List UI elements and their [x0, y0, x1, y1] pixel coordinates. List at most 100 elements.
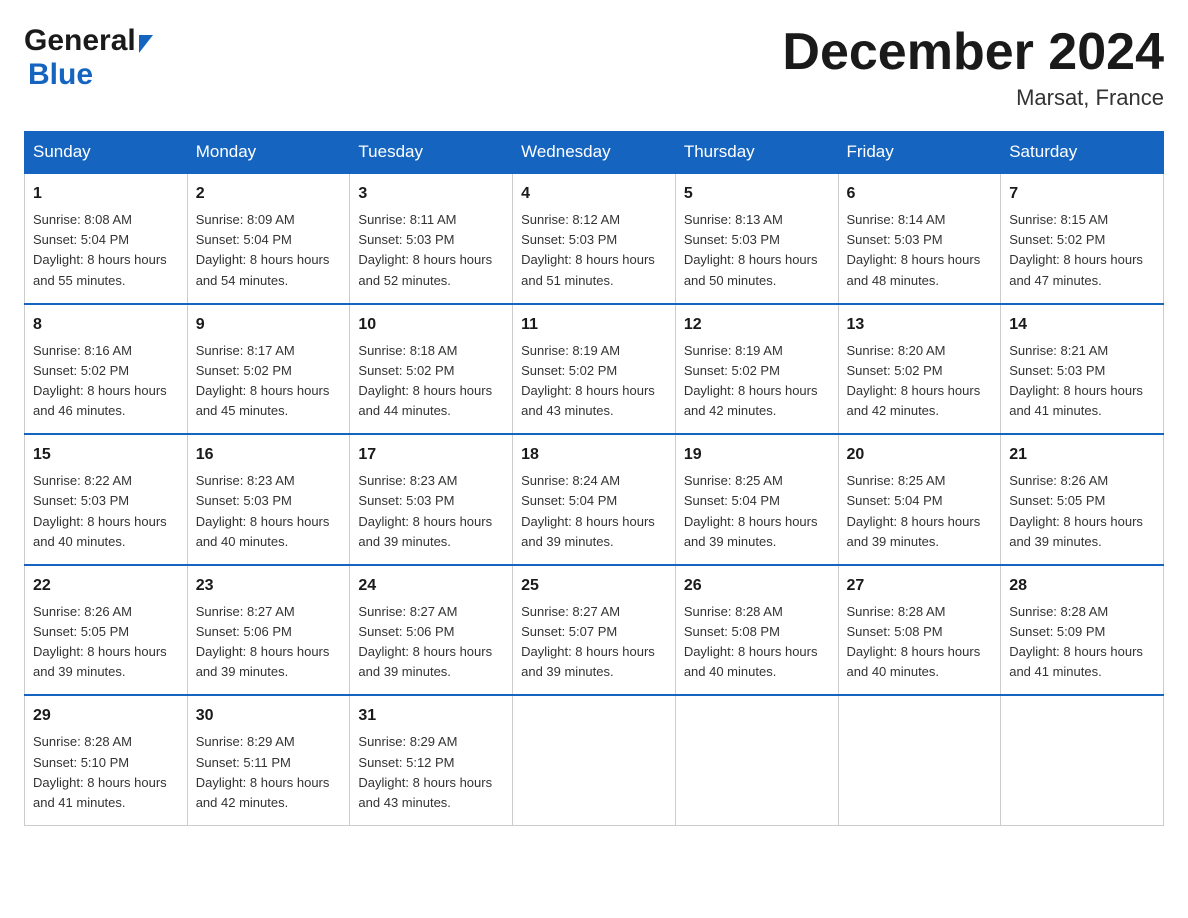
calendar-cell: 30 Sunrise: 8:29 AMSunset: 5:11 PMDaylig…: [187, 695, 350, 825]
calendar-cell: 8 Sunrise: 8:16 AMSunset: 5:02 PMDayligh…: [25, 304, 188, 435]
calendar-cell: [513, 695, 676, 825]
day-number: 17: [358, 443, 504, 467]
calendar-cell: 7 Sunrise: 8:15 AMSunset: 5:02 PMDayligh…: [1001, 173, 1164, 304]
calendar-cell: 16 Sunrise: 8:23 AMSunset: 5:03 PMDaylig…: [187, 434, 350, 565]
day-number: 24: [358, 574, 504, 598]
day-info: Sunrise: 8:27 AMSunset: 5:06 PMDaylight:…: [196, 604, 330, 679]
day-info: Sunrise: 8:29 AMSunset: 5:11 PMDaylight:…: [196, 734, 330, 809]
calendar-cell: 6 Sunrise: 8:14 AMSunset: 5:03 PMDayligh…: [838, 173, 1001, 304]
calendar-cell: 26 Sunrise: 8:28 AMSunset: 5:08 PMDaylig…: [675, 565, 838, 696]
day-number: 3: [358, 182, 504, 206]
day-info: Sunrise: 8:15 AMSunset: 5:02 PMDaylight:…: [1009, 212, 1143, 287]
page-header: General Blue December 2024 Marsat, Franc…: [24, 24, 1164, 111]
day-number: 22: [33, 574, 179, 598]
day-info: Sunrise: 8:08 AMSunset: 5:04 PMDaylight:…: [33, 212, 167, 287]
logo-general: General: [24, 24, 136, 58]
calendar-subtitle: Marsat, France: [782, 85, 1164, 111]
day-info: Sunrise: 8:27 AMSunset: 5:07 PMDaylight:…: [521, 604, 655, 679]
calendar-cell: 24 Sunrise: 8:27 AMSunset: 5:06 PMDaylig…: [350, 565, 513, 696]
calendar-cell: 19 Sunrise: 8:25 AMSunset: 5:04 PMDaylig…: [675, 434, 838, 565]
day-info: Sunrise: 8:19 AMSunset: 5:02 PMDaylight:…: [521, 343, 655, 418]
day-info: Sunrise: 8:26 AMSunset: 5:05 PMDaylight:…: [1009, 473, 1143, 548]
day-number: 4: [521, 182, 667, 206]
calendar-cell: 2 Sunrise: 8:09 AMSunset: 5:04 PMDayligh…: [187, 173, 350, 304]
day-info: Sunrise: 8:20 AMSunset: 5:02 PMDaylight:…: [847, 343, 981, 418]
calendar-table: SundayMondayTuesdayWednesdayThursdayFrid…: [24, 131, 1164, 826]
calendar-cell: 23 Sunrise: 8:27 AMSunset: 5:06 PMDaylig…: [187, 565, 350, 696]
weekday-header-thursday: Thursday: [675, 132, 838, 174]
day-number: 27: [847, 574, 993, 598]
day-number: 2: [196, 182, 342, 206]
day-number: 13: [847, 313, 993, 337]
calendar-cell: 27 Sunrise: 8:28 AMSunset: 5:08 PMDaylig…: [838, 565, 1001, 696]
calendar-cell: 12 Sunrise: 8:19 AMSunset: 5:02 PMDaylig…: [675, 304, 838, 435]
day-info: Sunrise: 8:26 AMSunset: 5:05 PMDaylight:…: [33, 604, 167, 679]
day-info: Sunrise: 8:28 AMSunset: 5:08 PMDaylight:…: [684, 604, 818, 679]
day-info: Sunrise: 8:17 AMSunset: 5:02 PMDaylight:…: [196, 343, 330, 418]
day-number: 26: [684, 574, 830, 598]
week-row-4: 22 Sunrise: 8:26 AMSunset: 5:05 PMDaylig…: [25, 565, 1164, 696]
day-info: Sunrise: 8:29 AMSunset: 5:12 PMDaylight:…: [358, 734, 492, 809]
calendar-cell: 31 Sunrise: 8:29 AMSunset: 5:12 PMDaylig…: [350, 695, 513, 825]
weekday-header-wednesday: Wednesday: [513, 132, 676, 174]
calendar-cell: 15 Sunrise: 8:22 AMSunset: 5:03 PMDaylig…: [25, 434, 188, 565]
day-number: 10: [358, 313, 504, 337]
calendar-cell: 17 Sunrise: 8:23 AMSunset: 5:03 PMDaylig…: [350, 434, 513, 565]
calendar-cell: 1 Sunrise: 8:08 AMSunset: 5:04 PMDayligh…: [25, 173, 188, 304]
calendar-title: December 2024: [782, 24, 1164, 81]
week-row-3: 15 Sunrise: 8:22 AMSunset: 5:03 PMDaylig…: [25, 434, 1164, 565]
calendar-cell: [675, 695, 838, 825]
day-info: Sunrise: 8:11 AMSunset: 5:03 PMDaylight:…: [358, 212, 492, 287]
day-info: Sunrise: 8:23 AMSunset: 5:03 PMDaylight:…: [196, 473, 330, 548]
day-info: Sunrise: 8:25 AMSunset: 5:04 PMDaylight:…: [847, 473, 981, 548]
day-info: Sunrise: 8:21 AMSunset: 5:03 PMDaylight:…: [1009, 343, 1143, 418]
week-row-2: 8 Sunrise: 8:16 AMSunset: 5:02 PMDayligh…: [25, 304, 1164, 435]
day-info: Sunrise: 8:28 AMSunset: 5:10 PMDaylight:…: [33, 734, 167, 809]
calendar-cell: 22 Sunrise: 8:26 AMSunset: 5:05 PMDaylig…: [25, 565, 188, 696]
day-number: 28: [1009, 574, 1155, 598]
calendar-cell: 28 Sunrise: 8:28 AMSunset: 5:09 PMDaylig…: [1001, 565, 1164, 696]
day-number: 1: [33, 182, 179, 206]
calendar-cell: 25 Sunrise: 8:27 AMSunset: 5:07 PMDaylig…: [513, 565, 676, 696]
day-number: 16: [196, 443, 342, 467]
calendar-cell: 14 Sunrise: 8:21 AMSunset: 5:03 PMDaylig…: [1001, 304, 1164, 435]
calendar-cell: 3 Sunrise: 8:11 AMSunset: 5:03 PMDayligh…: [350, 173, 513, 304]
calendar-cell: 20 Sunrise: 8:25 AMSunset: 5:04 PMDaylig…: [838, 434, 1001, 565]
calendar-cell: 11 Sunrise: 8:19 AMSunset: 5:02 PMDaylig…: [513, 304, 676, 435]
calendar-cell: 21 Sunrise: 8:26 AMSunset: 5:05 PMDaylig…: [1001, 434, 1164, 565]
weekday-header-saturday: Saturday: [1001, 132, 1164, 174]
weekday-header-sunday: Sunday: [25, 132, 188, 174]
day-info: Sunrise: 8:23 AMSunset: 5:03 PMDaylight:…: [358, 473, 492, 548]
day-number: 11: [521, 313, 667, 337]
day-number: 30: [196, 704, 342, 728]
weekday-header-tuesday: Tuesday: [350, 132, 513, 174]
day-number: 6: [847, 182, 993, 206]
calendar-cell: [838, 695, 1001, 825]
day-number: 21: [1009, 443, 1155, 467]
day-number: 18: [521, 443, 667, 467]
day-number: 31: [358, 704, 504, 728]
calendar-cell: 29 Sunrise: 8:28 AMSunset: 5:10 PMDaylig…: [25, 695, 188, 825]
calendar-cell: 10 Sunrise: 8:18 AMSunset: 5:02 PMDaylig…: [350, 304, 513, 435]
day-number: 9: [196, 313, 342, 337]
logo-arrow-icon: [139, 35, 153, 53]
day-info: Sunrise: 8:28 AMSunset: 5:09 PMDaylight:…: [1009, 604, 1143, 679]
day-number: 23: [196, 574, 342, 598]
calendar-cell: 4 Sunrise: 8:12 AMSunset: 5:03 PMDayligh…: [513, 173, 676, 304]
day-number: 5: [684, 182, 830, 206]
day-number: 12: [684, 313, 830, 337]
day-number: 7: [1009, 182, 1155, 206]
calendar-cell: 13 Sunrise: 8:20 AMSunset: 5:02 PMDaylig…: [838, 304, 1001, 435]
day-number: 8: [33, 313, 179, 337]
day-number: 14: [1009, 313, 1155, 337]
day-info: Sunrise: 8:27 AMSunset: 5:06 PMDaylight:…: [358, 604, 492, 679]
day-number: 20: [847, 443, 993, 467]
day-info: Sunrise: 8:19 AMSunset: 5:02 PMDaylight:…: [684, 343, 818, 418]
day-number: 25: [521, 574, 667, 598]
day-info: Sunrise: 8:25 AMSunset: 5:04 PMDaylight:…: [684, 473, 818, 548]
week-row-5: 29 Sunrise: 8:28 AMSunset: 5:10 PMDaylig…: [25, 695, 1164, 825]
day-info: Sunrise: 8:14 AMSunset: 5:03 PMDaylight:…: [847, 212, 981, 287]
calendar-cell: 9 Sunrise: 8:17 AMSunset: 5:02 PMDayligh…: [187, 304, 350, 435]
day-info: Sunrise: 8:28 AMSunset: 5:08 PMDaylight:…: [847, 604, 981, 679]
day-info: Sunrise: 8:09 AMSunset: 5:04 PMDaylight:…: [196, 212, 330, 287]
